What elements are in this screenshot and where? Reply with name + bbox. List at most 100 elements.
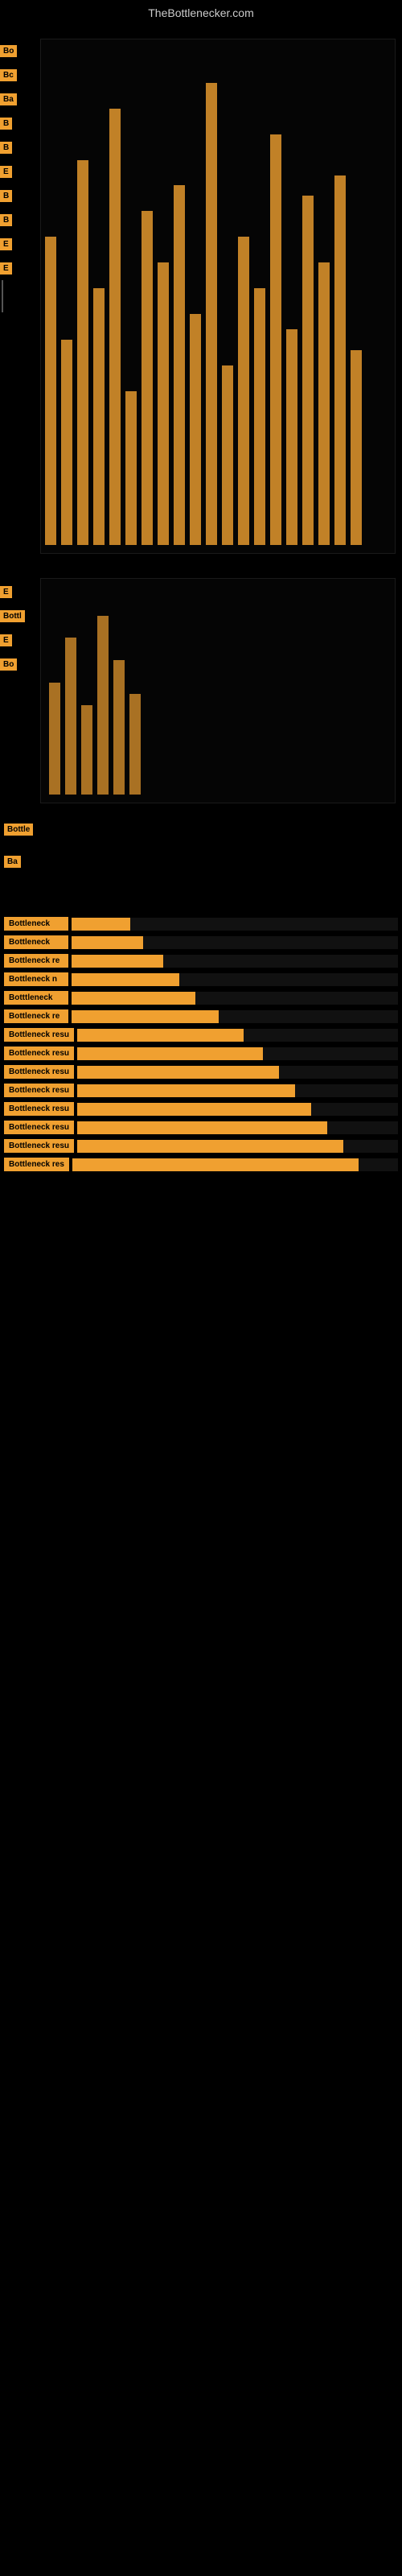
result-label-4: Botttleneck [4,991,68,1005]
bar-11 [206,83,217,545]
result-bar-inner-13 [72,1158,359,1171]
mid-bar-5 [113,660,125,795]
result-label-12: Bottleneck resu [4,1139,74,1153]
result-label-8: Bottleneck resu [4,1065,74,1079]
result-row-9: Bottleneck resu [4,1084,398,1097]
result-label-11: Bottleneck resu [4,1121,74,1134]
site-title: TheBottlenecker.com [0,0,402,23]
result-bar-outer-3 [72,973,398,986]
lower-labels-section: Bottle Ba [0,811,402,908]
result-bar-inner-2 [72,955,163,968]
result-bar-inner-4 [72,992,195,1005]
result-bar-outer-5 [72,1010,398,1023]
mid-bar-1 [49,683,60,795]
result-label-0: Bottleneck [4,917,68,931]
bar-19 [334,175,346,545]
mid-label-1: Bottl [0,610,25,622]
result-bar-inner-6 [77,1029,244,1042]
top-chart-section: Bo Bc Ba B B E B B E E [0,23,402,570]
result-row-8: Bottleneck resu [4,1065,398,1079]
mid-label-3: Bo [0,658,17,671]
result-bar-inner-11 [77,1121,327,1134]
bar-8 [158,262,169,545]
result-bar-outer-4 [72,992,398,1005]
mid-bar-3 [81,705,92,795]
result-bar-inner-12 [77,1140,343,1153]
result-row-11: Bottleneck resu [4,1121,398,1134]
bar-20 [351,350,362,545]
result-row-4: Botttleneck [4,991,398,1005]
result-bar-outer-2 [72,955,398,968]
chart-label-9: E [0,262,12,275]
result-bar-outer-0 [72,918,398,931]
result-bar-outer-10 [77,1103,398,1116]
chart-label-4: B [0,142,12,154]
bar-10 [190,314,201,545]
result-bar-outer-9 [77,1084,398,1097]
bar-1 [45,237,56,545]
bar-12 [222,365,233,545]
lower-heading-2: Ba [4,856,21,868]
bar-18 [318,262,330,545]
bar-13 [238,237,249,545]
result-bar-outer-8 [77,1066,398,1079]
mid-label-2: E [0,634,12,646]
result-row-6: Bottleneck resu [4,1028,398,1042]
bar-17 [302,196,314,545]
result-row-13: Bottleneck res [4,1158,398,1171]
result-bar-outer-6 [77,1029,398,1042]
result-bar-inner-0 [72,918,130,931]
mid-bar-4 [97,616,109,795]
result-bar-inner-3 [72,973,179,986]
result-row-7: Bottleneck resu [4,1046,398,1060]
bar-3 [77,160,88,546]
bar-15 [270,134,281,545]
bar-4 [93,288,105,545]
result-bar-inner-10 [77,1103,311,1116]
result-row-10: Bottleneck resu [4,1102,398,1116]
result-row-12: Bottleneck resu [4,1139,398,1153]
result-label-3: Bottleneck n [4,972,68,986]
result-label-7: Bottleneck resu [4,1046,74,1060]
page: TheBottlenecker.com Bo Bc Ba B B E B B E… [0,0,402,2576]
result-bar-inner-8 [77,1066,279,1079]
result-bar-inner-5 [72,1010,219,1023]
result-label-5: Bottleneck re [4,1009,68,1023]
result-label-9: Bottleneck resu [4,1084,74,1097]
result-label-1: Bottleneck [4,935,68,949]
bar-7 [142,211,153,545]
mid-chart-body [40,578,396,803]
result-label-13: Bottleneck res [4,1158,69,1171]
bar-2 [61,340,72,545]
result-bar-outer-12 [77,1140,398,1153]
chart-label-6: B [0,190,12,202]
bar-9 [174,185,185,545]
result-bar-outer-1 [72,936,398,949]
chart-label-0: Bo [0,45,17,57]
result-label-10: Bottleneck resu [4,1102,74,1116]
result-bar-outer-7 [77,1047,398,1060]
bar-5 [109,109,121,545]
chart-label-1: Bc [0,69,17,81]
result-row-1: Bottleneck [4,935,398,949]
bar-16 [286,329,297,545]
result-label-6: Bottleneck resu [4,1028,74,1042]
result-bar-outer-13 [72,1158,398,1171]
result-row-5: Bottleneck re [4,1009,398,1023]
result-row-0: Bottleneck [4,917,398,931]
chart-label-2: Ba [0,93,17,105]
mid-section: E Bottl E Bo [0,570,402,811]
mid-bar-6 [129,694,141,795]
chart-label-7: B [0,214,12,226]
result-row-3: Bottleneck n [4,972,398,986]
mid-label-0: E [0,586,12,598]
chart-label-3: B [0,118,12,130]
lower-heading-1: Bottle [4,824,33,836]
result-bar-inner-1 [72,936,143,949]
chart-label-8: E [0,238,12,250]
mid-bar-2 [65,638,76,795]
bar-14 [254,288,265,545]
bar-6 [125,391,137,545]
result-label-2: Bottleneck re [4,954,68,968]
result-bar-inner-9 [77,1084,295,1097]
